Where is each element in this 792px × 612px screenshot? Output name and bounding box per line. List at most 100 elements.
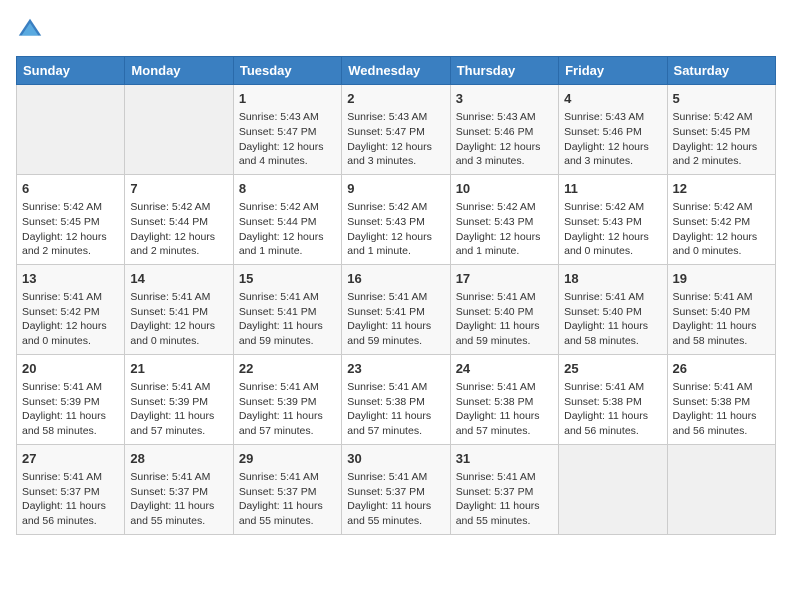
sunrise: Sunrise: 5:41 AM [564, 381, 644, 393]
day-number: 11 [564, 180, 661, 198]
daylight: Daylight: 12 hours and 2 minutes. [22, 231, 107, 258]
daylight: Daylight: 12 hours and 0 minutes. [22, 320, 107, 347]
sunrise: Sunrise: 5:42 AM [456, 201, 536, 213]
sunset: Sunset: 5:46 PM [456, 126, 534, 138]
sunrise: Sunrise: 5:42 AM [347, 201, 427, 213]
day-number: 29 [239, 450, 336, 468]
sunrise: Sunrise: 5:41 AM [22, 291, 102, 303]
page-header [16, 16, 776, 44]
sunrise: Sunrise: 5:41 AM [130, 471, 210, 483]
day-number: 1 [239, 90, 336, 108]
sunrise: Sunrise: 5:43 AM [347, 111, 427, 123]
sunset: Sunset: 5:37 PM [130, 486, 208, 498]
daylight: Daylight: 11 hours and 55 minutes. [239, 500, 323, 527]
sunset: Sunset: 5:45 PM [22, 216, 100, 228]
sunset: Sunset: 5:37 PM [347, 486, 425, 498]
calendar-cell: 18Sunrise: 5:41 AMSunset: 5:40 PMDayligh… [559, 264, 667, 354]
day-number: 5 [673, 90, 770, 108]
calendar-cell: 29 Sunrise: 5:41 AM Sunset: 5:37 PM Dayligh… [233, 444, 341, 534]
calendar-cell: 9Sunrise: 5:42 AMSunset: 5:43 PMDaylight… [342, 174, 450, 264]
sunset: Sunset: 5:38 PM [347, 396, 425, 408]
sunset: Sunset: 5:43 PM [456, 216, 534, 228]
daylight: Daylight: 12 hours and 1 minute. [239, 231, 324, 258]
sunset: Sunset: 5:47 PM [239, 126, 317, 138]
calendar-cell: 22Sunrise: 5:41 AMSunset: 5:39 PMDayligh… [233, 354, 341, 444]
day-header-sunday: Sunday [17, 57, 125, 85]
sunset: Sunset: 5:44 PM [239, 216, 317, 228]
day-header-monday: Monday [125, 57, 233, 85]
daylight: Daylight: 12 hours and 1 minute. [456, 231, 541, 258]
sunset: Sunset: 5:40 PM [456, 306, 534, 318]
calendar-cell [125, 85, 233, 175]
logo [16, 16, 48, 44]
logo-icon [16, 16, 44, 44]
daylight: Daylight: 11 hours and 58 minutes. [673, 320, 757, 347]
daylight: Daylight: 11 hours and 55 minutes. [456, 500, 540, 527]
calendar-cell: 31Sunrise: 5:41 AMSunset: 5:37 PMDayligh… [450, 444, 558, 534]
calendar-table: SundayMondayTuesdayWednesdayThursdayFrid… [16, 56, 776, 535]
calendar-cell: 3Sunrise: 5:43 AMSunset: 5:46 PMDaylight… [450, 85, 558, 175]
sunset: Sunset: 5:37 PM [22, 486, 100, 498]
daylight: Daylight: 12 hours and 1 minute. [347, 231, 432, 258]
day-header-wednesday: Wednesday [342, 57, 450, 85]
daylight: Daylight: 11 hours and 56 minutes. [22, 500, 106, 527]
daylight: Daylight: 12 hours and 3 minutes. [347, 141, 432, 168]
daylight: Daylight: 11 hours and 57 minutes. [130, 410, 214, 437]
calendar-week-2: 6Sunrise: 5:42 AMSunset: 5:45 PMDaylight… [17, 174, 776, 264]
calendar-cell: 26Sunrise: 5:41 AMSunset: 5:38 PMDayligh… [667, 354, 775, 444]
sunrise: Sunrise: 5:41 AM [673, 291, 753, 303]
daylight: Daylight: 11 hours and 59 minutes. [347, 320, 431, 347]
sunrise: Sunrise: 5:42 AM [673, 111, 753, 123]
sunset: Sunset: 5:41 PM [239, 306, 317, 318]
daylight: Daylight: 11 hours and 58 minutes. [22, 410, 106, 437]
day-header-saturday: Saturday [667, 57, 775, 85]
sunrise: Sunrise: 5:41 AM [239, 471, 319, 483]
calendar-cell: 1Sunrise: 5:43 AMSunset: 5:47 PMDaylight… [233, 85, 341, 175]
calendar-cell: 30Sunrise: 5:41 AMSunset: 5:37 PMDayligh… [342, 444, 450, 534]
sunrise: Sunrise: 5:43 AM [564, 111, 644, 123]
day-number: 20 [22, 360, 119, 378]
calendar-cell: 7Sunrise: 5:42 AMSunset: 5:44 PMDaylight… [125, 174, 233, 264]
sunset: Sunset: 5:43 PM [564, 216, 642, 228]
daylight: Daylight: 11 hours and 59 minutes. [456, 320, 540, 347]
day-number: 26 [673, 360, 770, 378]
daylight: Daylight: 11 hours and 59 minutes. [239, 320, 323, 347]
sunset: Sunset: 5:40 PM [673, 306, 751, 318]
day-number: 21 [130, 360, 227, 378]
sunset: Sunset: 5:39 PM [239, 396, 317, 408]
sunrise: Sunrise: 5:41 AM [130, 291, 210, 303]
daylight: Daylight: 11 hours and 57 minutes. [239, 410, 323, 437]
calendar-cell: 23Sunrise: 5:41 AMSunset: 5:38 PMDayligh… [342, 354, 450, 444]
day-number: 16 [347, 270, 444, 288]
sunrise: Sunrise: 5:41 AM [22, 471, 102, 483]
day-number: 14 [130, 270, 227, 288]
calendar-cell: 16Sunrise: 5:41 AMSunset: 5:41 PMDayligh… [342, 264, 450, 354]
calendar-cell: 2Sunrise: 5:43 AMSunset: 5:47 PMDaylight… [342, 85, 450, 175]
daylight: Daylight: 11 hours and 56 minutes. [673, 410, 757, 437]
sunset: Sunset: 5:37 PM [239, 486, 317, 498]
day-number: 17 [456, 270, 553, 288]
sunset: Sunset: 5:41 PM [347, 306, 425, 318]
day-number: 10 [456, 180, 553, 198]
sunset: Sunset: 5:45 PM [673, 126, 751, 138]
calendar-week-3: 13Sunrise: 5:41 AMSunset: 5:42 PMDayligh… [17, 264, 776, 354]
calendar-cell: 11Sunrise: 5:42 AMSunset: 5:43 PMDayligh… [559, 174, 667, 264]
calendar-cell [559, 444, 667, 534]
sunrise: Sunrise: 5:41 AM [130, 381, 210, 393]
daylight: Daylight: 11 hours and 57 minutes. [456, 410, 540, 437]
day-number: 19 [673, 270, 770, 288]
daylight: Daylight: 12 hours and 0 minutes. [130, 320, 215, 347]
daylight: Daylight: 11 hours and 58 minutes. [564, 320, 648, 347]
sunrise: Sunrise: 5:42 AM [130, 201, 210, 213]
calendar-cell [667, 444, 775, 534]
daylight: Daylight: 11 hours and 57 minutes. [347, 410, 431, 437]
sunset: Sunset: 5:46 PM [564, 126, 642, 138]
sunrise: Sunrise: 5:41 AM [456, 471, 536, 483]
day-number: 24 [456, 360, 553, 378]
sunrise: Sunrise: 5:41 AM [22, 381, 102, 393]
calendar-cell: 8Sunrise: 5:42 AMSunset: 5:44 PMDaylight… [233, 174, 341, 264]
sunset: Sunset: 5:42 PM [22, 306, 100, 318]
calendar-cell: 15Sunrise: 5:41 AMSunset: 5:41 PMDayligh… [233, 264, 341, 354]
calendar-cell [17, 85, 125, 175]
calendar-header-row: SundayMondayTuesdayWednesdayThursdayFrid… [17, 57, 776, 85]
